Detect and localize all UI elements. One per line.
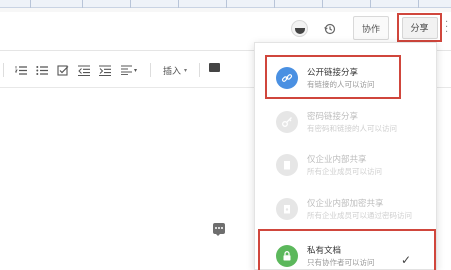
header-divider <box>0 8 451 12</box>
share-option-password-link[interactable]: 密码链接分享 有密码和链接的人可以访问 <box>267 100 429 144</box>
share-dropdown: 公开链接分享 有链接的人可以访问 密码链接分享 有密码和链接的人可以访问 仅企业… <box>254 42 437 270</box>
public-link-highlight <box>265 55 401 99</box>
option-title: 仅企业内部加密共享 <box>307 198 384 209</box>
indent-decrease-icon[interactable] <box>77 63 91 77</box>
chevron-down-icon: ▾ <box>133 66 137 74</box>
history-icon <box>324 23 336 35</box>
bullet-list-icon[interactable] <box>35 63 49 77</box>
insert-dropdown[interactable]: 插入 ▾ <box>160 63 190 77</box>
share-button-highlight: 分享 <box>397 13 442 42</box>
option-description: 所有企业成员可以通过密码访问 <box>307 210 412 220</box>
ordered-list-icon[interactable] <box>14 63 28 77</box>
align-left-icon <box>120 65 132 75</box>
option-title: 密码链接分享 <box>307 111 359 122</box>
option-title: 仅企业内部共享 <box>307 154 367 165</box>
align-dropdown[interactable]: ▾ <box>119 63 139 77</box>
lock-building-icon <box>276 198 298 220</box>
toolbar-divider <box>3 63 4 77</box>
page: 协作 分享 · · · ▾ 插入 ▾ 公开链接分享 有链接的人可以访问 密码链接… <box>0 0 451 270</box>
more-menu-icon[interactable]: · · · <box>445 18 451 38</box>
private-option-highlight <box>258 229 436 270</box>
collaborate-button[interactable]: 协作 <box>353 16 389 40</box>
history-button[interactable] <box>319 19 341 39</box>
key-icon <box>276 111 298 133</box>
checklist-icon[interactable] <box>56 63 70 77</box>
toolbar-divider <box>150 63 151 77</box>
share-button[interactable]: 分享 <box>401 16 438 39</box>
comment-bubble-icon[interactable] <box>213 223 225 236</box>
share-option-enterprise-encrypted[interactable]: 仅企业内部加密共享 所有企业成员可以通过密码访问 <box>267 187 429 231</box>
share-option-enterprise[interactable]: 仅企业内部共享 所有企业成员可以访问 <box>267 143 429 187</box>
chevron-down-icon: ▾ <box>184 66 188 74</box>
indent-increase-icon[interactable] <box>98 63 112 77</box>
comment-icon[interactable] <box>209 63 220 72</box>
building-icon <box>276 154 298 176</box>
option-description: 所有企业成员可以访问 <box>307 166 382 176</box>
toolbar-divider <box>199 63 200 77</box>
avatar[interactable] <box>291 20 308 37</box>
header-grid-strip <box>0 0 451 8</box>
insert-label: 插入 <box>162 66 181 77</box>
option-description: 有密码和链接的人可以访问 <box>307 123 397 133</box>
